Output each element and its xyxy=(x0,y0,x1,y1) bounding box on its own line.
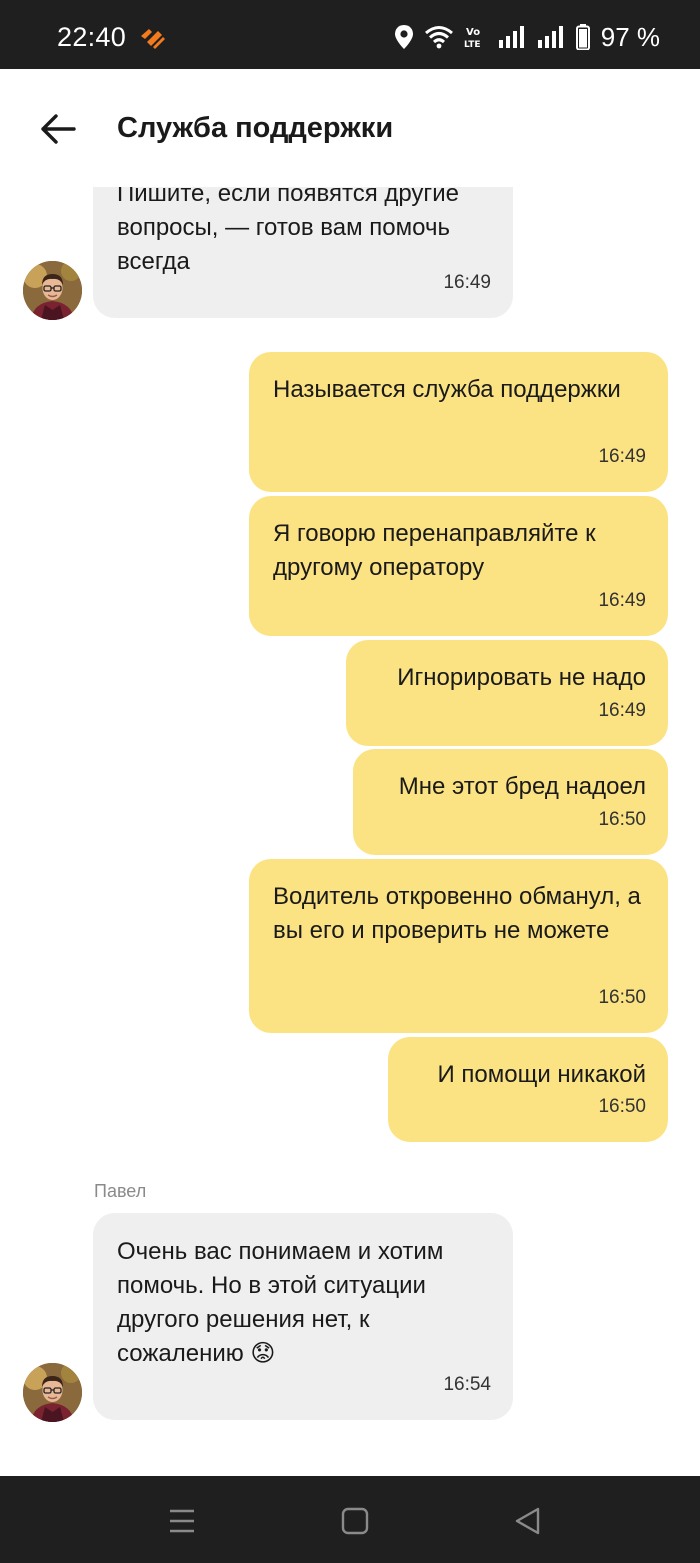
status-time: 22:40 xyxy=(57,22,127,52)
back-triangle-icon[interactable] xyxy=(511,1504,545,1538)
app-notification-icon xyxy=(141,29,165,49)
recent-apps-icon[interactable] xyxy=(165,1504,199,1538)
chat-header: Служба поддержки xyxy=(0,69,700,187)
signal-icon xyxy=(537,26,563,48)
status-icons: Vo LTE 97 % xyxy=(393,22,660,52)
svg-text:Vo: Vo xyxy=(466,27,480,38)
incoming-message: Пишите, если появятся другие вопросы, — … xyxy=(93,187,513,318)
sender-name: Павел xyxy=(94,1181,147,1201)
avatar xyxy=(23,261,82,320)
message-text: Пишите, если появятся другие вопросы, — … xyxy=(117,187,459,275)
message-text: Очень вас понимаем и хотим помочь. Но в … xyxy=(117,1238,444,1367)
message-text: Водитель откровенно обманул, а вы его и … xyxy=(273,883,641,944)
message-text: И помощи никакой xyxy=(437,1061,647,1088)
message-time: 16:54 xyxy=(443,1374,491,1395)
outgoing-message: Я говорю перенаправляйте к другому опера… xyxy=(249,496,668,636)
message-list[interactable]: Пишите, если появятся другие вопросы, — … xyxy=(0,187,700,1476)
volte-icon: Vo LTE xyxy=(464,27,481,50)
message-time: 16:50 xyxy=(598,987,646,1008)
message-time: 16:49 xyxy=(443,272,491,293)
status-bar: 22:40 Vo LTE 97 % xyxy=(0,0,700,69)
outgoing-message: Называется служба поддержки 16:49 xyxy=(249,352,668,492)
outgoing-message: И помощи никакой 16:50 xyxy=(388,1037,668,1142)
wifi-icon xyxy=(424,26,453,49)
message-text: Игнорировать не надо xyxy=(397,664,646,691)
message-time: 16:49 xyxy=(598,446,646,467)
battery-percent: 97 % xyxy=(600,21,660,52)
battery-icon xyxy=(575,24,590,50)
message-text: Мне этот бред надоел xyxy=(398,773,646,800)
outgoing-message: Водитель откровенно обманул, а вы его и … xyxy=(249,859,668,1033)
avatar xyxy=(23,1363,82,1422)
message-time: 16:50 xyxy=(598,1096,646,1117)
message-time: 16:49 xyxy=(598,590,646,611)
message-text: Называется служба поддержки xyxy=(273,376,621,403)
system-nav-bar xyxy=(0,1476,700,1563)
svg-text:LTE: LTE xyxy=(464,40,481,50)
message-time: 16:49 xyxy=(598,700,646,721)
incoming-message: Очень вас понимаем и хотим помочь. Но в … xyxy=(93,1213,513,1420)
message-text: Я говорю перенаправляйте к другому опера… xyxy=(273,520,596,581)
location-icon xyxy=(394,25,413,49)
page-title: Служба поддержки xyxy=(117,112,394,144)
home-icon[interactable] xyxy=(338,1504,372,1538)
outgoing-message: Мне этот бред надоел 16:50 xyxy=(353,749,668,855)
outgoing-message: Игнорировать не надо 16:49 xyxy=(346,640,668,746)
message-time: 16:50 xyxy=(598,809,646,830)
arrow-left-icon[interactable] xyxy=(38,109,78,149)
signal-icon xyxy=(498,26,524,48)
